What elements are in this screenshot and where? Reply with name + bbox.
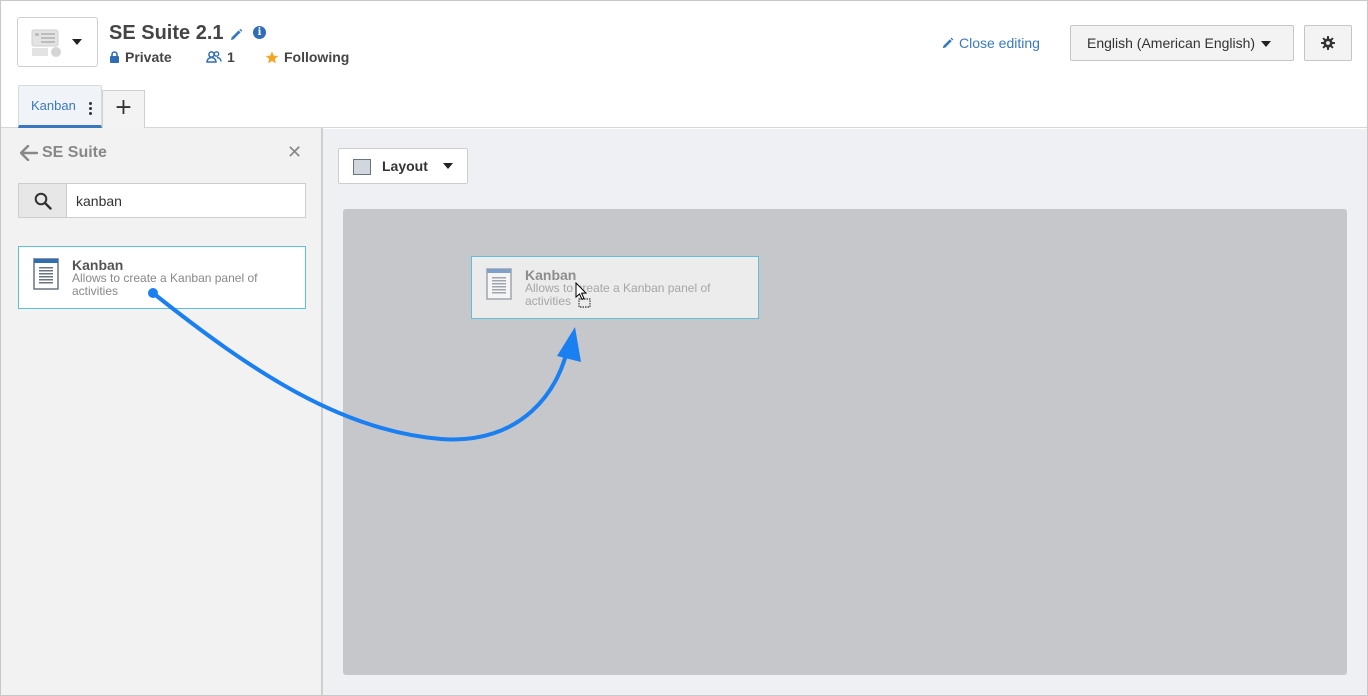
star-icon: [265, 51, 279, 63]
members-indicator[interactable]: 1: [206, 49, 235, 65]
widget-description: Allows to create a Kanban panel of activ…: [72, 271, 258, 298]
app-thumbnail-icon: [31, 29, 61, 57]
caret-down-icon: [1261, 41, 1271, 47]
layout-label: Layout: [382, 158, 428, 174]
arrow-left-icon: [20, 145, 38, 161]
language-select[interactable]: English (American English): [1070, 25, 1294, 61]
settings-button[interactable]: [1304, 25, 1352, 61]
lock-icon: [110, 51, 119, 63]
following-label: Following: [284, 49, 350, 65]
tab-label: Kanban: [31, 98, 76, 113]
privacy-label: Private: [125, 49, 172, 65]
pencil-icon: [942, 37, 954, 48]
members-count: 1: [227, 49, 235, 65]
widget-description: Allows to create a Kanban panel of activ…: [525, 281, 711, 308]
document-icon: [486, 268, 512, 300]
pencil-icon[interactable]: [229, 28, 243, 42]
widget-panel: SE Suite ✕ Kanban Allows to create a Kan…: [1, 128, 323, 695]
back-link[interactable]: SE Suite: [20, 144, 107, 162]
back-label: SE Suite: [42, 144, 107, 161]
search-button[interactable]: [18, 183, 67, 218]
gear-icon: [1321, 36, 1335, 50]
users-icon: [206, 51, 222, 63]
caret-down-icon: [72, 39, 82, 45]
app-frame: SE Suite 2.1 i Private 1 Following Close…: [0, 0, 1368, 696]
close-icon[interactable]: ✕: [287, 144, 302, 162]
layout-icon: [353, 159, 371, 175]
header: SE Suite 2.1 i Private 1 Following Close…: [1, 1, 1367, 128]
page-title: SE Suite 2.1: [109, 22, 224, 44]
layout-editor: Layout: [323, 129, 1367, 695]
search-input[interactable]: [66, 183, 306, 218]
search-icon: [34, 192, 52, 210]
dragged-widget-kanban[interactable]: Kanban Allows to create a Kanban panel o…: [471, 256, 759, 319]
language-label: English (American English): [1087, 35, 1256, 51]
add-tab-button[interactable]: +: [102, 90, 145, 128]
privacy-indicator: Private: [109, 49, 172, 65]
info-icon[interactable]: i: [253, 26, 266, 39]
following-indicator[interactable]: Following: [265, 49, 349, 65]
app-switcher-button[interactable]: [17, 17, 98, 67]
cursor-icon: [575, 282, 591, 308]
tab-kanban[interactable]: Kanban: [18, 85, 102, 128]
caret-down-icon: [443, 163, 453, 169]
widget-result-kanban[interactable]: Kanban Allows to create a Kanban panel o…: [18, 246, 306, 309]
close-editing-label: Close editing: [959, 35, 1040, 51]
close-editing-link[interactable]: Close editing: [941, 35, 1040, 51]
document-icon: [33, 258, 59, 290]
layout-button[interactable]: Layout: [338, 148, 468, 184]
tab-menu-icon[interactable]: [89, 102, 92, 115]
